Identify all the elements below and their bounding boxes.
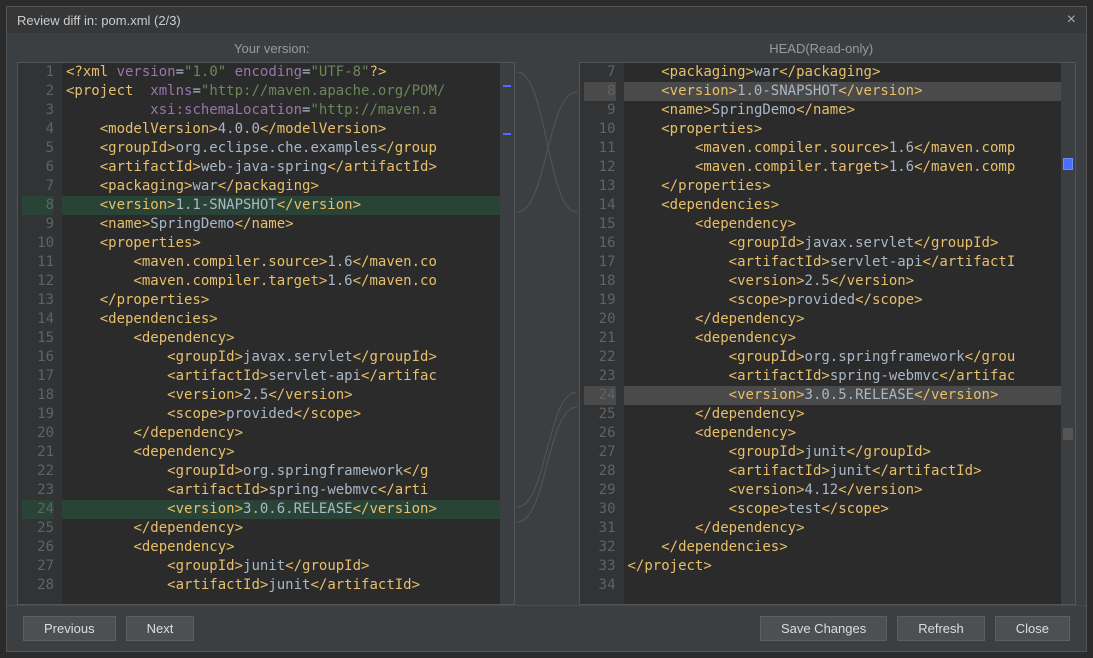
diff-marker[interactable] (1063, 428, 1073, 440)
right-code: <packaging>war</packaging> <version>1.0-… (624, 63, 1062, 604)
diff-dialog: Review diff in: pom.xml (2/3) × Your ver… (6, 6, 1087, 652)
close-icon[interactable]: × (1067, 11, 1076, 29)
next-button[interactable]: Next (126, 616, 195, 641)
right-header: HEAD(Read-only) (577, 41, 1067, 56)
right-gutter: 7891011121314151617181920212223242526272… (580, 63, 624, 604)
diff-area: 1234567891011121314151617181920212223242… (7, 62, 1086, 605)
close-button[interactable]: Close (995, 616, 1070, 641)
left-gutter: 1234567891011121314151617181920212223242… (18, 63, 62, 604)
left-code[interactable]: <?xml version="1.0" encoding="UTF-8"?><p… (62, 63, 500, 604)
diff-marker[interactable] (1063, 158, 1073, 170)
titlebar: Review diff in: pom.xml (2/3) × (7, 7, 1086, 33)
previous-button[interactable]: Previous (23, 616, 116, 641)
refresh-button[interactable]: Refresh (897, 616, 985, 641)
left-header: Your version: (27, 41, 517, 56)
left-pane[interactable]: 1234567891011121314151617181920212223242… (17, 62, 515, 605)
save-changes-button[interactable]: Save Changes (760, 616, 887, 641)
pane-headers: Your version: HEAD(Read-only) (7, 33, 1086, 62)
diff-connector (517, 62, 577, 605)
right-pane[interactable]: 7891011121314151617181920212223242526272… (579, 62, 1077, 605)
left-scrollbar[interactable] (500, 63, 514, 604)
footer: Previous Next Save Changes Refresh Close (7, 605, 1086, 651)
dialog-title: Review diff in: pom.xml (2/3) (17, 13, 181, 28)
right-scrollbar[interactable] (1061, 63, 1075, 604)
